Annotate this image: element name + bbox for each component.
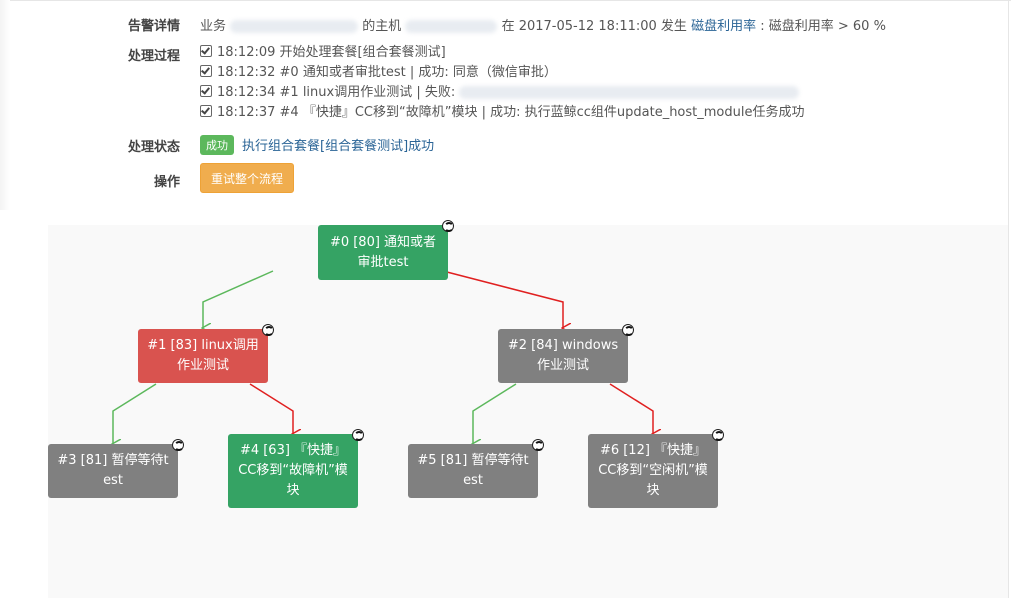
status-badge: 成功 <box>200 135 234 155</box>
check-icon <box>200 45 212 57</box>
status-link[interactable]: 执行组合套餐[组合套餐测试]成功 <box>242 139 434 154</box>
alert-time-text: 在 2017-05-12 18:11:00 发生 <box>501 19 687 34</box>
edge-0-2 <box>442 270 563 328</box>
process-log: 18:12:09 开始处理套餐[组合套餐测试] 18:12:32 #0 通知或者… <box>200 43 804 123</box>
flow-node-0[interactable]: #0 [80] 通知或者审批test <box>318 220 454 280</box>
log-line: 18:12:32 #0 通知或者审批test | 成功: 同意（微信审批） <box>200 63 804 83</box>
actions-label: 操作 <box>153 175 180 190</box>
refresh-icon[interactable] <box>262 324 274 336</box>
flow-node-3[interactable]: #3 [81] 暂停等待test <box>48 439 184 498</box>
edge-1-4 <box>249 383 293 434</box>
flow-canvas: #0 [80] 通知或者审批test #1 [83] linux调用作业测试 #… <box>48 220 1008 598</box>
refresh-icon[interactable] <box>172 439 184 451</box>
process-label: 处理过程 <box>127 49 180 64</box>
log-line: 18:12:09 开始处理套餐[组合套餐测试] <box>200 43 804 63</box>
log-line: 18:12:37 #4 『快捷』CC移到“故障机”模块 | 成功: 执行蓝鲸cc… <box>200 103 804 123</box>
alert-detail: 业务 的主机 在 2017-05-12 18:11:00 发生 磁盘利用率 : … <box>200 15 886 34</box>
alert-detail-label: 告警详情 <box>127 19 180 34</box>
refresh-icon[interactable] <box>622 324 634 336</box>
refresh-icon[interactable] <box>712 429 724 441</box>
refresh-icon[interactable] <box>532 439 544 451</box>
log-line: 18:12:34 #1 linux调用作业测试 | 失败: <box>200 83 804 103</box>
edge-0-1 <box>203 270 274 328</box>
check-icon <box>200 105 212 117</box>
alert-condition: : 磁盘利用率 > 60 % <box>760 19 886 34</box>
alert-host-text: 的主机 <box>362 19 402 34</box>
refresh-icon[interactable] <box>352 429 364 441</box>
redacted-host <box>405 20 498 33</box>
flow-node-2[interactable]: #2 [84] windows作业测试 <box>498 324 634 383</box>
check-icon <box>200 65 212 77</box>
left-shade <box>0 0 10 210</box>
check-icon <box>200 85 212 97</box>
right-border <box>1008 0 1009 598</box>
edge-2-5 <box>473 383 517 444</box>
refresh-icon[interactable] <box>442 220 454 232</box>
redacted-business <box>230 20 359 33</box>
redacted-error <box>459 86 800 99</box>
metric-link[interactable]: 磁盘利用率 <box>691 19 756 34</box>
flow-node-4[interactable]: #4 [63] 『快捷』CC移到“故障机”模块 <box>228 429 364 508</box>
status-content: 成功 执行组合套餐[组合套餐测试]成功 <box>200 135 434 155</box>
top-border <box>0 0 1011 1</box>
flow-node-1[interactable]: #1 [83] linux调用作业测试 <box>138 324 274 383</box>
flow-node-6[interactable]: #6 [12] 『快捷』CC移到“空闲机”模块 <box>588 429 724 508</box>
edge-2-6 <box>609 383 653 434</box>
retry-flow-button[interactable]: 重试整个流程 <box>200 163 294 193</box>
flow-edges <box>48 270 1008 598</box>
status-label: 处理状态 <box>127 140 180 155</box>
edge-1-3 <box>113 383 157 444</box>
alert-business-prefix: 业务 <box>200 19 227 34</box>
flow-node-5[interactable]: #5 [81] 暂停等待test <box>408 439 544 498</box>
